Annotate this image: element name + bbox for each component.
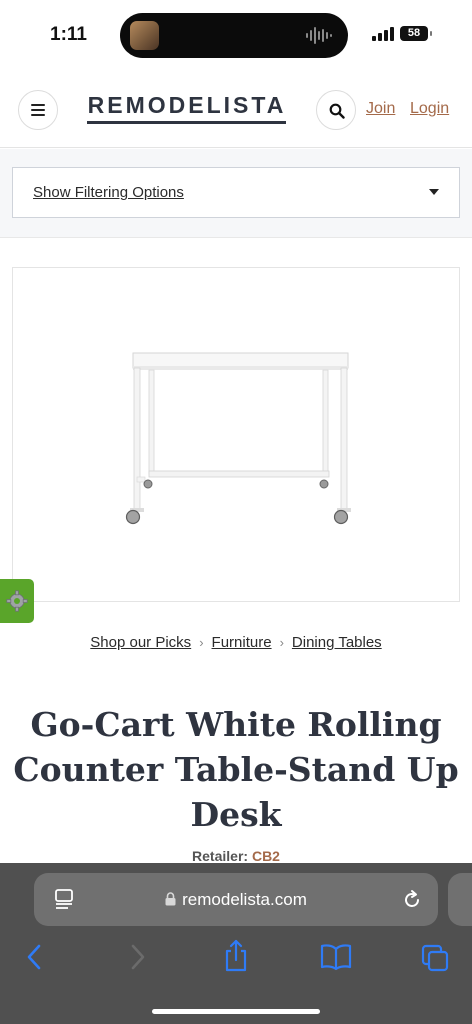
breadcrumb-furniture[interactable]: Furniture	[212, 634, 272, 651]
now-playing-artwork	[130, 21, 159, 50]
status-bar: 1:11 58	[0, 0, 472, 70]
join-link[interactable]: Join	[366, 100, 395, 118]
filter-section: Show Filtering Options	[0, 149, 472, 238]
breadcrumb-separator: ›	[199, 635, 204, 650]
lock-icon	[165, 892, 176, 906]
hamburger-icon[interactable]	[18, 90, 58, 130]
forward-icon[interactable]	[128, 943, 146, 971]
audio-waveform-icon	[306, 27, 332, 44]
rolling-table-illustration	[125, 352, 351, 525]
retailer-label: Retailer:	[192, 848, 249, 864]
next-tab-address-bar[interactable]	[448, 873, 472, 926]
status-icons: 58	[372, 26, 432, 41]
battery-icon: 58	[400, 26, 432, 41]
home-indicator	[152, 1009, 320, 1014]
dynamic-island[interactable]	[120, 13, 348, 58]
retailer-line: Retailer: CB2	[0, 848, 472, 864]
url-text: remodelista.com	[182, 890, 307, 909]
tabs-icon[interactable]	[420, 943, 450, 973]
browser-bottom-bar: remodelista.com	[0, 863, 472, 1024]
cellular-signal-icon	[372, 26, 394, 41]
login-link[interactable]: Login	[410, 100, 449, 118]
reload-icon[interactable]	[402, 889, 422, 911]
filter-dropdown[interactable]: Show Filtering Options	[12, 167, 460, 218]
product-image[interactable]	[12, 267, 460, 602]
site-header: REMODELISTA Join Login	[0, 70, 472, 148]
share-icon[interactable]	[222, 939, 250, 973]
gear-icon	[6, 590, 28, 612]
address-bar[interactable]: remodelista.com	[34, 873, 438, 926]
status-time: 1:11	[50, 24, 87, 45]
breadcrumb-shop-our-picks[interactable]: Shop our Picks	[90, 634, 191, 651]
chevron-down-icon	[429, 189, 439, 195]
breadcrumb: Shop our Picks › Furniture › Dining Tables	[0, 634, 472, 651]
settings-tab[interactable]	[0, 579, 34, 623]
battery-level: 58	[407, 27, 421, 39]
url-display[interactable]: remodelista.com	[34, 890, 438, 910]
site-logo[interactable]: REMODELISTA	[86, 92, 288, 119]
bookmarks-icon[interactable]	[320, 943, 352, 971]
breadcrumb-separator: ›	[279, 635, 284, 650]
product-title: Go-Cart White Rolling Counter Table-Stan…	[13, 705, 459, 834]
retailer-link[interactable]: CB2	[252, 848, 280, 864]
filter-label: Show Filtering Options	[33, 184, 184, 201]
back-icon[interactable]	[26, 943, 44, 971]
logo-underline	[87, 121, 286, 124]
search-icon[interactable]	[316, 90, 356, 130]
breadcrumb-dining-tables[interactable]: Dining Tables	[292, 634, 382, 651]
